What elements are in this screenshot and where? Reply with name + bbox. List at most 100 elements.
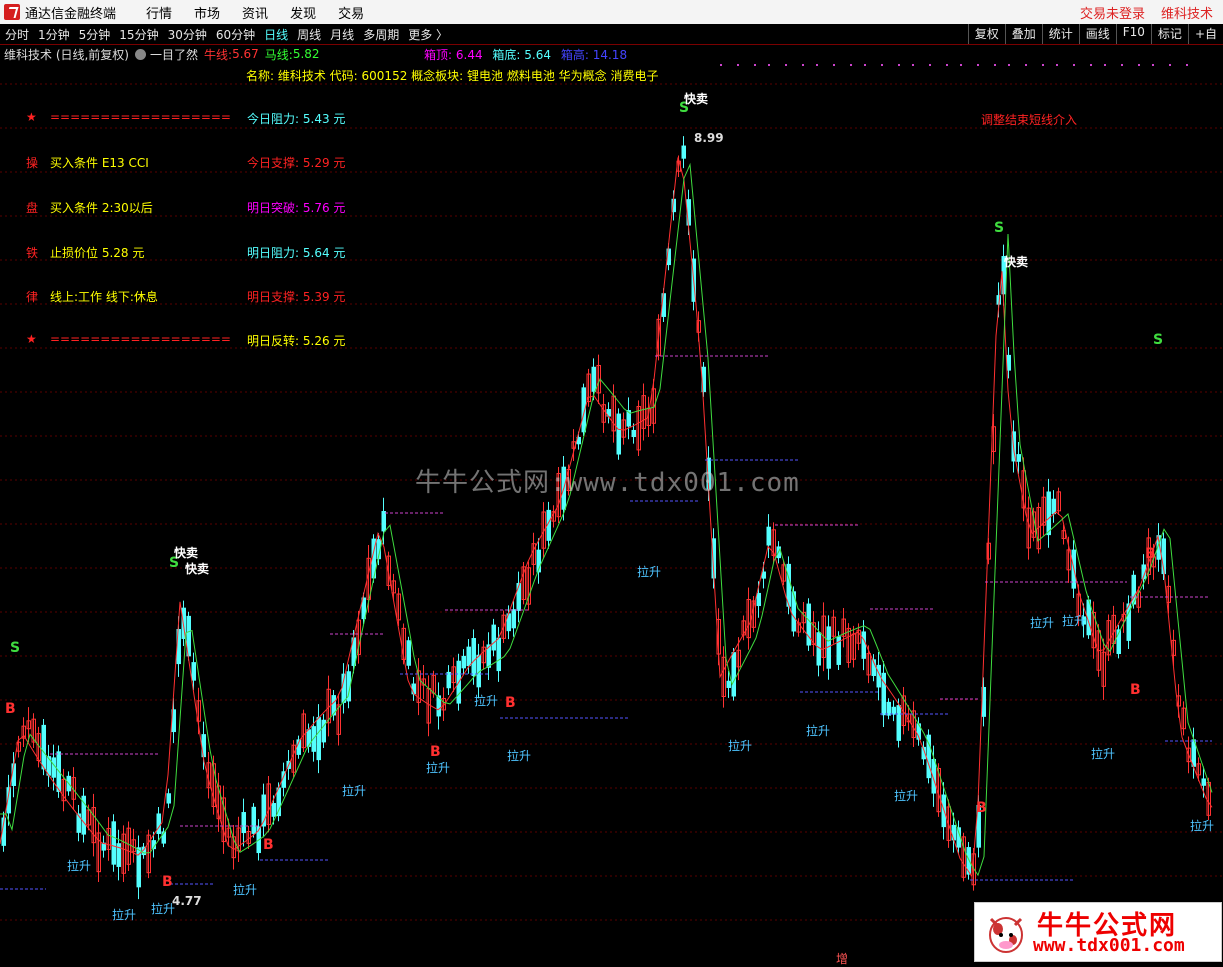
marker-dot <box>1025 64 1027 66</box>
marker-dot <box>1138 64 1140 66</box>
marker-dot <box>1121 64 1123 66</box>
marker-dot <box>960 64 962 66</box>
trade-login-status[interactable]: 交易未登录 <box>1080 3 1145 22</box>
menu-trade[interactable]: 交易 <box>338 3 364 22</box>
buy-signal: B <box>263 837 274 853</box>
box-values: 箱顶: 6.44 箱底: 5.64 箱高: 14.18 <box>424 46 627 63</box>
pull-up-label: 拉升 <box>474 693 498 708</box>
cow-logo-icon <box>989 917 1023 953</box>
period-tab-30min[interactable]: 30分钟 <box>168 26 207 43</box>
period-tab-multi[interactable]: 多周期 <box>363 26 399 43</box>
marker-dot <box>1073 64 1075 66</box>
rule-row: 操买入条件 E13 CCI <box>26 156 149 170</box>
candle-body <box>471 638 476 677</box>
quick-sell-label: 快卖 <box>684 91 708 106</box>
period-tab-intraday[interactable]: 分时 <box>5 26 29 43</box>
menu-discover[interactable]: 发现 <box>290 3 316 22</box>
buy-signal: B <box>1145 546 1156 562</box>
watermark-text: 牛牛公式网:www.tdx001.com <box>415 468 800 498</box>
buy-signal: B <box>976 800 987 816</box>
box-top-value: 6.44 <box>455 48 483 62</box>
candle-body <box>51 757 56 778</box>
marker-dot <box>1090 64 1092 66</box>
draw-button[interactable]: 画线 <box>1078 24 1116 44</box>
max-price-label: 8.99 <box>694 131 724 145</box>
indicator-name[interactable]: 一目了然 <box>150 46 198 63</box>
level-row: 明日反转: 5.26 元 <box>247 334 346 348</box>
current-stock-link[interactable]: 维科技术 <box>1161 3 1213 22</box>
adjust-button[interactable]: 复权 <box>967 24 1005 44</box>
level-row: 明日支撑: 5.39 元 <box>247 290 346 304</box>
kline-chart[interactable]: SSSSSBBBBBBBB快卖快卖快卖快卖拉升拉升 拉升拉升拉升拉升拉升拉升拉升拉… <box>0 64 1223 964</box>
period-tab-monthly[interactable]: 月线 <box>330 26 354 43</box>
marker-dot <box>881 64 883 66</box>
menu-bar: 通达信金融终端 行情 市场 资讯 发现 交易 交易未登录 维科技术 <box>0 0 1223 24</box>
marker-dot <box>994 64 996 66</box>
candle-body <box>241 812 246 834</box>
menu-news[interactable]: 资讯 <box>242 3 268 22</box>
menu-market[interactable]: 市场 <box>194 3 220 22</box>
marker-dot <box>785 64 787 66</box>
marker-dot <box>946 64 948 66</box>
min-price-label: 4.77 <box>172 894 202 908</box>
pull-up-label: 拉升 <box>894 788 918 803</box>
candle-body <box>591 366 596 392</box>
period-tab-15min[interactable]: 15分钟 <box>119 26 158 43</box>
menu-quotes[interactable]: 行情 <box>146 3 172 22</box>
candle-body <box>321 719 326 743</box>
pull-up-label: 拉升 <box>342 783 366 798</box>
buy-signal: B <box>430 744 441 760</box>
marker-dot <box>912 64 914 66</box>
candle-body <box>276 787 281 817</box>
candle-body <box>461 655 466 669</box>
niu-label: 牛线: <box>204 47 233 62</box>
candle-body <box>881 672 886 716</box>
app-title: 通达信金融终端 <box>25 6 117 22</box>
period-tab-weekly[interactable]: 周线 <box>297 26 321 43</box>
buy-signal: B <box>505 695 516 711</box>
marker-dot <box>1056 64 1058 66</box>
period-tab-daily[interactable]: 日线 <box>264 26 288 43</box>
period-tab-60min[interactable]: 60分钟 <box>216 26 255 43</box>
candle-body <box>446 671 451 689</box>
bottom-marker: 增 <box>836 952 849 966</box>
period-tab-5min[interactable]: 5分钟 <box>79 26 111 43</box>
marker-dot <box>850 64 852 66</box>
rule-row: 律线上:工作 线下:休息 <box>26 290 158 304</box>
level-row: 明日突破: 5.76 元 <box>247 201 346 215</box>
level-row: 今日支撑: 5.29 元 <box>247 156 346 170</box>
marker-dot <box>833 64 835 66</box>
candle-body <box>1016 454 1021 462</box>
pull-up-label: 拉升 <box>233 882 257 897</box>
marker-dot <box>864 64 866 66</box>
site-badge: 牛牛公式网 www.tdx001.com <box>974 902 1222 962</box>
marker-dot <box>898 64 900 66</box>
pull-up-label: 拉升 <box>67 858 91 873</box>
candle-body <box>861 631 866 659</box>
marker-dot <box>816 64 818 66</box>
overlay-button[interactable]: 叠加 <box>1004 24 1042 44</box>
marker-dot <box>1152 64 1154 66</box>
candle-body <box>1006 354 1011 371</box>
buy-signal: B <box>162 874 173 890</box>
period-tab-more[interactable]: 更多 〉 <box>408 26 448 43</box>
candle-body <box>491 624 496 651</box>
marker-dot <box>754 64 756 66</box>
indicator-toggle-icon[interactable] <box>135 48 146 60</box>
marker-dot <box>802 64 804 66</box>
candle-body <box>731 652 736 697</box>
f10-button[interactable]: F10 <box>1115 24 1151 44</box>
pull-up-label: 拉升 <box>112 907 136 922</box>
pull-up-label: 拉升 <box>806 723 830 738</box>
box-high-value: 14.18 <box>592 48 628 62</box>
pull-up-label: 拉升 <box>1091 746 1115 761</box>
period-tab-1min[interactable]: 1分钟 <box>38 26 70 43</box>
candle-body <box>516 583 521 611</box>
stats-button[interactable]: 统计 <box>1041 24 1079 44</box>
mark-button[interactable]: 标记 <box>1150 24 1188 44</box>
pull-up-label: 拉升 <box>1062 613 1086 628</box>
candle-body <box>41 724 46 770</box>
custom-button[interactable]: +自 <box>1187 24 1223 44</box>
rule-row: ★ ================== <box>26 332 231 346</box>
quick-sell-label: 快卖 <box>174 545 198 560</box>
